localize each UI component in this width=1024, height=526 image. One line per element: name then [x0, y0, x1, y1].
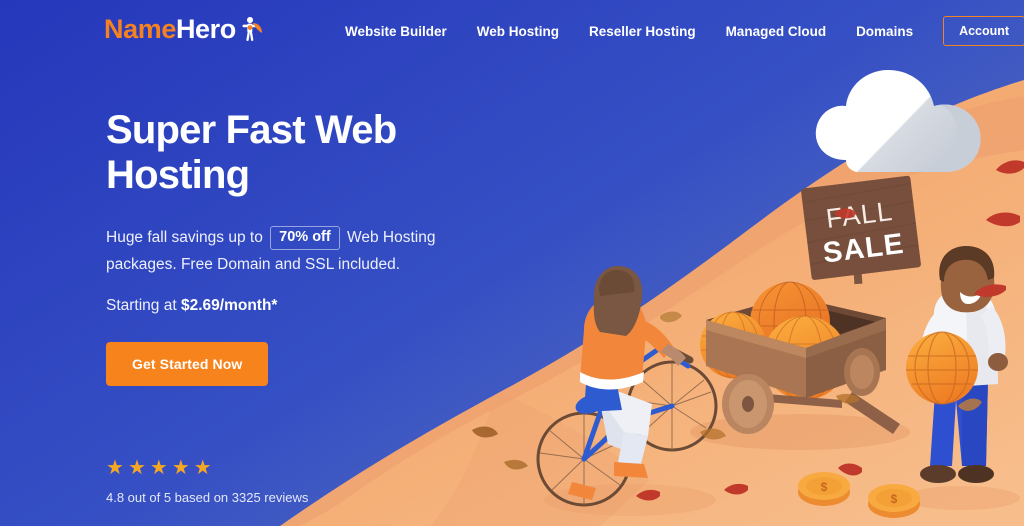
svg-text:$: $: [821, 480, 828, 494]
logo[interactable]: Name Hero: [104, 12, 263, 46]
hero-figure-icon: [233, 15, 263, 45]
account-button[interactable]: Account: [943, 16, 1024, 46]
shoe: [958, 465, 994, 483]
get-started-button[interactable]: Get Started Now: [106, 341, 269, 386]
discount-badge: 70% off: [270, 225, 340, 250]
orange-globe-icon: [906, 331, 978, 405]
coin: $: [868, 484, 920, 518]
subtext-before: Huge fall savings up to: [106, 228, 263, 246]
star-icon: ★: [149, 457, 168, 479]
star-icon: ★: [106, 457, 124, 479]
mans-head: [939, 246, 995, 313]
main-nav: Website Builder Web Hosting Reseller Hos…: [345, 16, 1024, 46]
price-value: $2.69/month*: [180, 296, 278, 314]
hand: [988, 353, 1008, 371]
shoe: [920, 465, 956, 483]
svg-text:$: $: [891, 492, 898, 506]
reviews-block: ★ ★ ★ ★ ★ 4.8 out of 5 based on 3325 rev…: [106, 458, 308, 505]
cart-wheel: [844, 348, 880, 396]
star-icon: ★: [171, 457, 190, 479]
page-title: Super Fast Web Hosting: [106, 108, 526, 198]
hero-content: Super Fast Web Hosting Huge fall savings…: [106, 108, 526, 386]
nav-item-web-hosting[interactable]: Web Hosting: [477, 24, 559, 39]
logo-text-hero: Hero: [175, 13, 236, 44]
site-header: Name Hero Website Builder Web Hosting Res…: [0, 0, 1024, 58]
star-icon: ★: [193, 457, 212, 479]
coin: $: [798, 472, 850, 506]
cart-wheel: [722, 374, 774, 434]
hero-subtext: Huge fall savings up to 70% off Web Host…: [106, 224, 436, 279]
fall-sale-sign: FALL SALE: [801, 175, 921, 285]
nav-item-website-builder[interactable]: Website Builder: [345, 24, 447, 39]
price-prefix: Starting at: [106, 296, 177, 314]
star-rating: ★ ★ ★ ★ ★: [106, 458, 308, 478]
price-line: Starting at $2.69/month*: [106, 297, 526, 315]
review-summary: 4.8 out of 5 based on 3325 reviews: [106, 490, 309, 505]
star-icon: ★: [127, 457, 146, 479]
headline-line-2: Hosting: [106, 152, 250, 197]
nav-item-domains[interactable]: Domains: [856, 24, 913, 39]
headline-line-1: Super Fast Web: [106, 108, 397, 152]
nav-item-reseller-hosting[interactable]: Reseller Hosting: [589, 24, 696, 39]
nav-item-managed-cloud[interactable]: Managed Cloud: [726, 24, 827, 39]
logo-text-name: Name: [104, 13, 176, 44]
hero-banner: FALL SALE $ $ Name Hero Website Builder …: [0, 0, 1024, 526]
shoe: [614, 462, 648, 478]
